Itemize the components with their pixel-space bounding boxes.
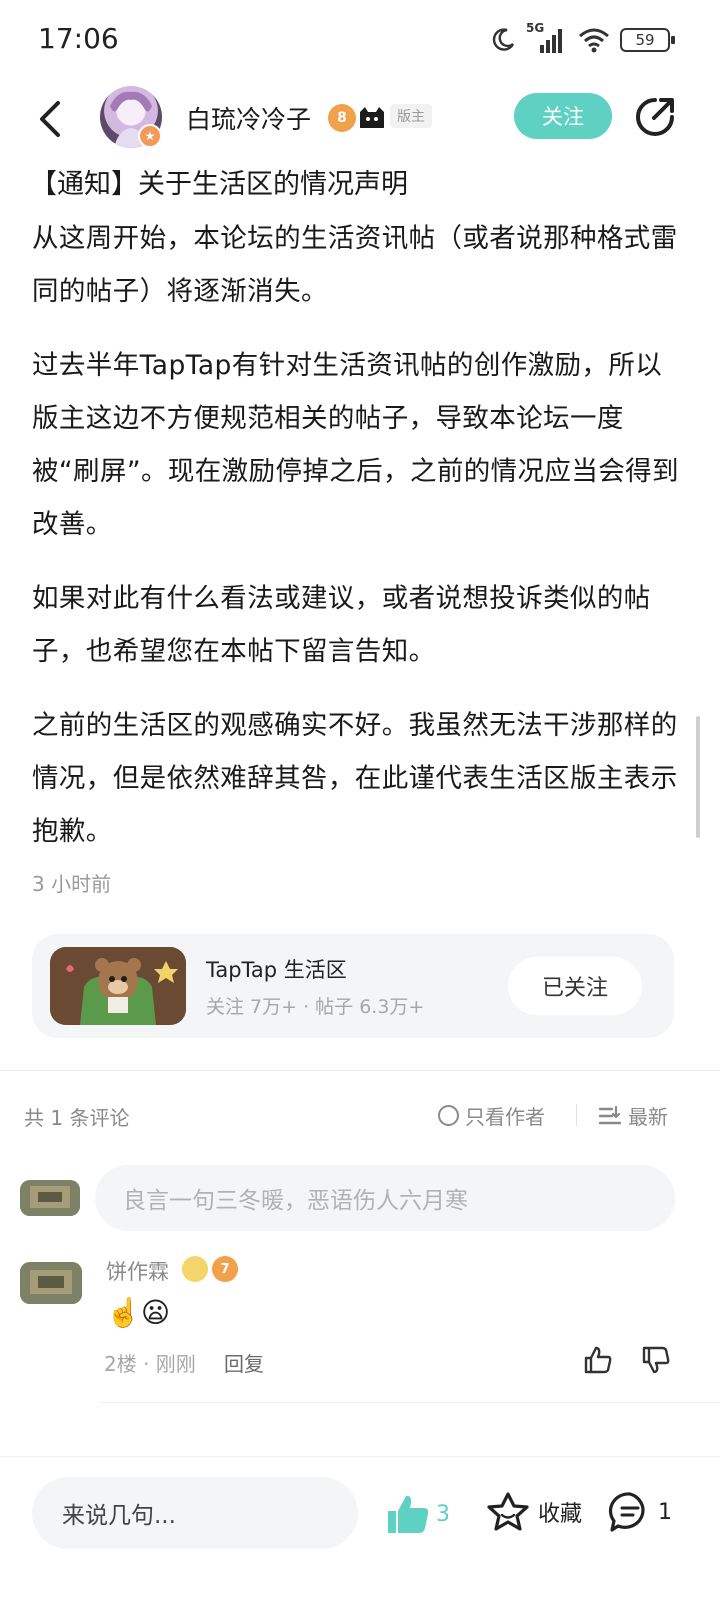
comment-bubble-icon (608, 1492, 645, 1532)
signal-icon: 5G (526, 21, 568, 55)
bottom-input-placeholder: 来说几句... (62, 1503, 176, 1529)
sort-button[interactable]: 最新 (598, 1101, 668, 1130)
filter-separator (576, 1104, 577, 1126)
post-paragraph: 从这周开始，本论坛的生活资讯帖（或者说那种格式雷同的帖子）将逐渐消失。 (32, 223, 678, 307)
comment-content: ☝️😦 (106, 1296, 171, 1329)
comment-author[interactable]: 饼作霖 (106, 1256, 169, 1286)
forum-followed-button[interactable]: 已关注 (508, 957, 642, 1015)
comment-avatar[interactable] (20, 1262, 82, 1304)
thumbs-down-icon[interactable] (640, 1344, 672, 1376)
chevron-left-icon (40, 101, 60, 137)
section-divider (0, 1070, 720, 1071)
moderator-badge: 版主 (390, 104, 432, 128)
thumbs-up-filled-icon (388, 1495, 429, 1533)
back-button[interactable] (28, 96, 74, 142)
comment-reply-button[interactable]: 回复 (224, 1348, 264, 1377)
forum-stats: 关注 7万+ · 帖子 6.3万+ (206, 996, 425, 1018)
comment-badge-icon (182, 1256, 208, 1282)
favorite-button[interactable]: 收藏 (486, 1491, 582, 1533)
post-timestamp: 3 小时前 (32, 872, 112, 896)
battery-level: 59 (635, 31, 655, 49)
comments-button[interactable]: 1 (608, 1491, 672, 1533)
battery-icon: 59 (620, 28, 675, 52)
thumbs-up-icon[interactable] (582, 1344, 614, 1376)
only-author-toggle[interactable]: 只看作者 (438, 1101, 545, 1130)
post-paragraph: 之前的生活区的观感确实不好。我虽然无法干涉那样的情况，但是依然难辞其咎，在此谨代… (32, 710, 678, 847)
only-author-label: 只看作者 (465, 1105, 545, 1129)
like-button[interactable]: 3 (386, 1493, 450, 1535)
comment-input-placeholder: 良言一句三冬暖，恶语伤人六月寒 (123, 1188, 468, 1214)
comment-count-bottom: 1 (658, 1499, 672, 1525)
author-verified-icon: ★ (138, 124, 162, 148)
status-icons: 5G 59 (490, 21, 675, 58)
forum-card[interactable]: TapTap 生活区 关注 7万+ · 帖子 6.3万+ 已关注 (32, 934, 674, 1038)
comment-level-badge: 7 (212, 1256, 238, 1282)
follow-button[interactable]: 关注 (514, 93, 612, 139)
post-body: 从这周开始，本论坛的生活资讯帖（或者说那种格式雷同的帖子）将逐渐消失。 过去半年… (32, 212, 680, 879)
post-paragraph: 过去半年TapTap有针对生活资讯帖的创作激励，所以版主这边不方便规范相关的帖子… (32, 350, 679, 540)
bottom-bar: 来说几句... 3 收藏 1 (0, 1456, 720, 1602)
post-title: 【通知】关于生活区的情况声明 (30, 169, 408, 200)
post-header: ★ 白琉冷冷子 8 版主 关注 (0, 80, 720, 160)
radio-circle-icon (438, 1105, 459, 1126)
share-icon[interactable] (634, 96, 676, 138)
status-bar: 17:06 5G 59 (0, 0, 720, 80)
cat-badge-icon (360, 107, 384, 128)
scrollbar[interactable] (696, 716, 700, 838)
star-icon (487, 1492, 529, 1531)
sort-icon (598, 1105, 622, 1124)
author-name[interactable]: 白琉冷冷子 (186, 100, 311, 136)
wifi-icon (579, 28, 609, 53)
comment-count: 共 1 条评论 (24, 1106, 130, 1130)
bottom-comment-input[interactable]: 来说几句... (32, 1477, 358, 1549)
favorite-label: 收藏 (538, 1502, 583, 1527)
current-user-avatar (20, 1180, 80, 1216)
status-time: 17:06 (38, 22, 119, 55)
comment-divider (100, 1402, 720, 1403)
comment-meta: 2楼 · 刚刚 (104, 1352, 196, 1376)
forum-thumbnail (50, 947, 186, 1025)
moon-icon (492, 28, 515, 51)
sort-label: 最新 (628, 1105, 668, 1129)
comment-input[interactable]: 良言一句三冬暖，恶语伤人六月寒 (95, 1165, 675, 1231)
level-badge: 8 (328, 104, 356, 132)
post-paragraph: 如果对此有什么看法或建议，或者说想投诉类似的帖子，也希望您在本帖下留言告知。 (32, 583, 651, 667)
like-count: 3 (436, 1501, 450, 1527)
forum-name: TapTap 生活区 (206, 958, 347, 982)
